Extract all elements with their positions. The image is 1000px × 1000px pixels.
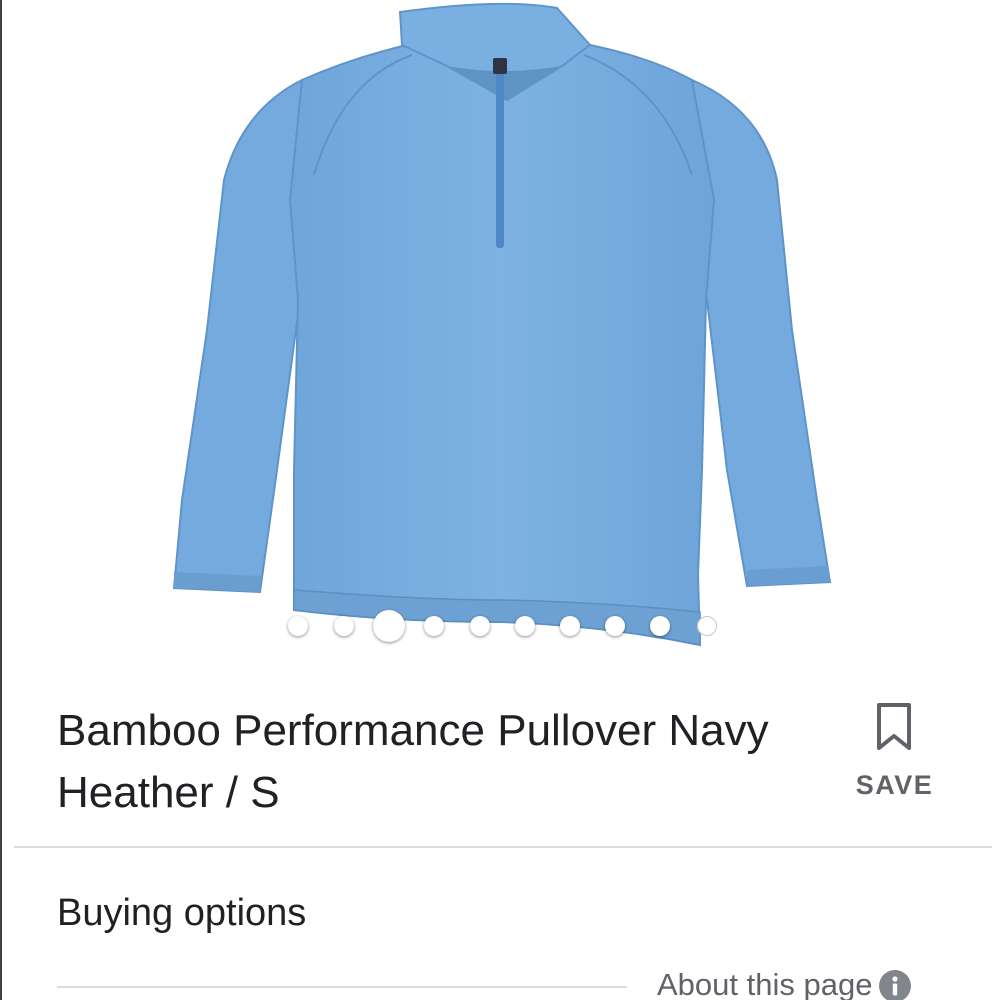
product-title: Bamboo Performance Pullover Navy Heather…: [57, 706, 769, 817]
product-image[interactable]: [2, 0, 1000, 660]
product-page: Bamboo Performance Pullover Navy Heather…: [0, 0, 1000, 1000]
bookmark-icon: [877, 703, 911, 750]
about-this-page-label: About this page: [657, 967, 873, 1000]
carousel-dot-9[interactable]: [650, 616, 670, 636]
image-carousel-dots: [2, 610, 1000, 642]
pullover-illustration: [172, 2, 832, 647]
save-label: SAVE: [855, 770, 934, 800]
carousel-dot-4[interactable]: [424, 616, 444, 636]
carousel-dot-6[interactable]: [515, 616, 535, 636]
carousel-dot-10[interactable]: [697, 616, 717, 636]
carousel-dot-7[interactable]: [560, 616, 580, 636]
carousel-dot-1[interactable]: [288, 616, 308, 636]
carousel-dot-2[interactable]: [334, 616, 354, 636]
buying-options-heading[interactable]: Buying options: [57, 892, 306, 935]
about-this-page-link[interactable]: About this page: [657, 963, 912, 1000]
carousel-dot-3-active[interactable]: [373, 610, 405, 642]
bottom-divider: [57, 986, 627, 988]
carousel-dot-8[interactable]: [605, 616, 625, 636]
info-icon[interactable]: [878, 969, 912, 1000]
carousel-dot-5[interactable]: [470, 616, 490, 636]
section-divider: [14, 846, 992, 848]
save-button[interactable]: SAVE: [847, 702, 942, 802]
